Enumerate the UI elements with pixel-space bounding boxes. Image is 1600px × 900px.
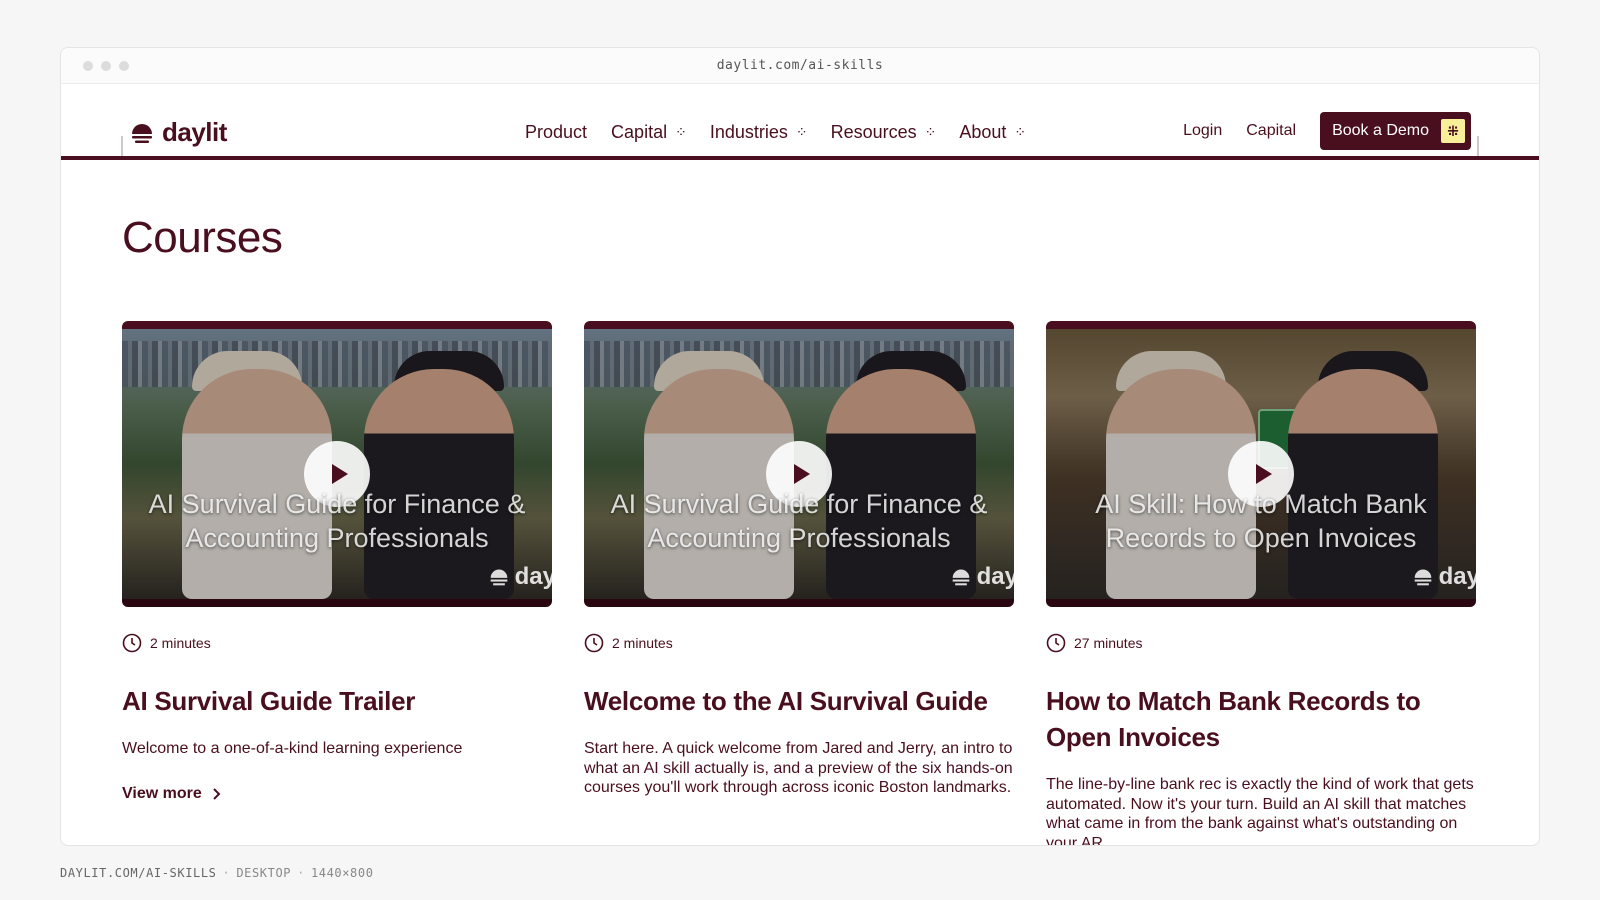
- course-list: AI Survival Guide for Finance & Accounti…: [122, 321, 1476, 846]
- sun-logo-icon: [1414, 569, 1431, 586]
- caption-bar: DAYLIT.COM/AI-SKILLS · DESKTOP · 1440×800: [60, 866, 374, 880]
- course-title[interactable]: How to Match Bank Records to Open Invoic…: [1046, 683, 1476, 755]
- caption-size: 1440×800: [310, 866, 374, 880]
- sparkle-grid-icon: ⁜: [1441, 119, 1465, 143]
- header-actions: Login Capital Book a Demo ⁜: [1183, 112, 1471, 150]
- video-thumbnail[interactable]: AI Survival Guide for Finance & Accounti…: [122, 321, 552, 607]
- browser-chrome: daylit.com/ai-skills: [61, 48, 1539, 84]
- thumbnail-title: AI Survival Guide for Finance & Accounti…: [148, 489, 526, 553]
- nav-item-about[interactable]: About ⁘: [959, 122, 1026, 143]
- course-duration: 2 minutes: [584, 633, 1014, 653]
- browser-window: daylit.com/ai-skills daylit Product Capi…: [60, 47, 1540, 846]
- course-card: AI Skill: How to Match Bank Records to O…: [1046, 321, 1476, 846]
- thumbnail-title: AI Skill: How to Match Bank Records to O…: [1095, 489, 1427, 553]
- duration-text: 27 minutes: [1074, 635, 1143, 651]
- thumbnail-logo: day: [1413, 563, 1476, 591]
- clock-icon: [1046, 633, 1066, 653]
- dropdown-grip-icon: ⁘: [675, 124, 687, 140]
- video-thumbnail[interactable]: AI Skill: How to Match Bank Records to O…: [1046, 321, 1476, 607]
- nav-label: Resources: [830, 122, 917, 142]
- logo-text: daylit: [162, 117, 227, 147]
- view-more-label: View more: [122, 784, 202, 802]
- sun-logo-icon: [132, 123, 152, 143]
- nav-item-industries[interactable]: Industries ⁘: [709, 122, 808, 143]
- capital-link[interactable]: Capital: [1246, 122, 1296, 140]
- sun-logo-icon: [952, 569, 969, 586]
- dropdown-grip-icon: ⁘: [924, 124, 937, 140]
- nav-divider-right: [1477, 136, 1479, 156]
- clock-icon: [122, 633, 142, 653]
- duration-text: 2 minutes: [150, 635, 211, 651]
- dropdown-grip-icon: ⁘: [795, 124, 808, 140]
- chevron-right-icon: [213, 787, 221, 800]
- video-thumbnail[interactable]: AI Survival Guide for Finance & Accounti…: [584, 321, 1014, 607]
- nav-label: About: [959, 122, 1007, 142]
- address-bar[interactable]: daylit.com/ai-skills: [61, 58, 1539, 73]
- course-title[interactable]: Welcome to the AI Survival Guide: [584, 683, 1014, 719]
- nav-item-product[interactable]: Product: [525, 122, 587, 143]
- course-description: Welcome to a one-of-a-kind learning expe…: [122, 740, 463, 757]
- thumbnail-logo-text: day: [976, 563, 1014, 590]
- nav-item-resources[interactable]: Resources ⁘: [830, 122, 937, 143]
- nav-label: Product: [525, 122, 588, 142]
- book-demo-button[interactable]: Book a Demo ⁜: [1320, 112, 1471, 150]
- caption-device: DESKTOP: [236, 866, 292, 880]
- login-link[interactable]: Login: [1183, 122, 1222, 140]
- sun-logo-icon: [490, 569, 507, 586]
- thumbnail-logo: day: [951, 563, 1014, 591]
- course-description: The line-by-line bank rec is exactly the…: [1046, 776, 1474, 846]
- thumbnail-title: AI Survival Guide for Finance & Accounti…: [610, 489, 988, 553]
- main-nav: Product Capital ⁘ Industries ⁘ Resources…: [525, 122, 1026, 143]
- thumbnail-logo: day: [489, 563, 552, 591]
- nav-label: Industries: [709, 122, 788, 142]
- course-title[interactable]: AI Survival Guide Trailer: [122, 683, 552, 719]
- duration-text: 2 minutes: [612, 635, 673, 651]
- logo[interactable]: daylit: [130, 117, 227, 148]
- course-duration: 27 minutes: [1046, 633, 1476, 653]
- course-duration: 2 minutes: [122, 633, 552, 653]
- nav-item-capital[interactable]: Capital ⁘: [611, 122, 687, 143]
- clock-icon: [584, 633, 604, 653]
- caption-url: DAYLIT.COM/AI-SKILLS: [60, 866, 217, 880]
- demo-label: Book a Demo: [1332, 122, 1429, 139]
- nav-label: Capital: [611, 122, 668, 142]
- nav-divider-left: [121, 136, 123, 156]
- site-header: daylit Product Capital ⁘ Industries ⁘ Re…: [61, 84, 1539, 160]
- page-title: Courses: [122, 213, 283, 262]
- course-card: AI Survival Guide for Finance & Accounti…: [584, 321, 1014, 845]
- course-card: AI Survival Guide for Finance & Accounti…: [122, 321, 552, 845]
- thumbnail-logo-text: day: [514, 563, 552, 590]
- dropdown-grip-icon: ⁘: [1014, 124, 1026, 140]
- thumbnail-logo-text: day: [1438, 563, 1476, 590]
- course-description: Start here. A quick welcome from Jared a…: [584, 740, 1013, 796]
- view-more-link[interactable]: View more: [122, 785, 222, 803]
